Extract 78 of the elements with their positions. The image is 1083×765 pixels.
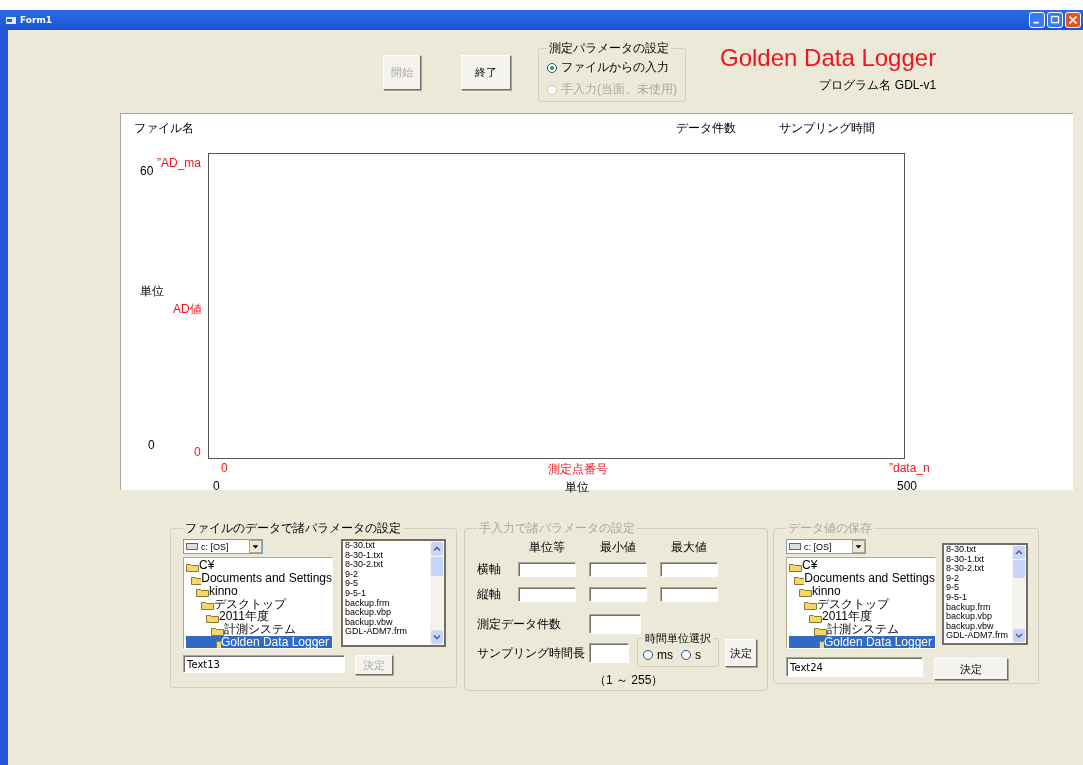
- folder-icon: [789, 561, 802, 572]
- input-field[interactable]: [589, 562, 647, 577]
- field-label: 測定データ件数: [477, 615, 562, 633]
- axis-value: 0: [194, 445, 201, 459]
- maximize-icon[interactable]: [1047, 12, 1063, 28]
- folder-icon: [809, 613, 822, 623]
- drive-icon: [186, 543, 198, 550]
- drive-icon: [789, 543, 801, 550]
- axis-value: 0: [148, 438, 155, 452]
- folder-icon: [201, 600, 214, 611]
- input-field[interactable]: [660, 587, 718, 602]
- row-label: 横軸: [477, 561, 502, 578]
- column-header: 単位等: [528, 539, 566, 553]
- column-header: 最小値: [599, 539, 637, 553]
- sampling-time-label: サンプリング時間: [779, 120, 875, 137]
- input-field[interactable]: [589, 614, 641, 634]
- column-header: 最大値: [670, 539, 708, 553]
- file-item[interactable]: 9-5: [345, 579, 430, 589]
- axis-unit: 単位: [140, 283, 164, 300]
- row-label: 縦軸: [477, 586, 502, 603]
- file-name-label: ファイル名: [134, 120, 195, 137]
- folder-item[interactable]: kinno: [209, 584, 238, 598]
- close-icon[interactable]: [1065, 12, 1081, 28]
- file-item[interactable]: backup.vbw: [345, 617, 430, 628]
- file-item[interactable]: GDL-ADM7.frm: [345, 627, 430, 637]
- data-count-label: データ件数: [676, 120, 737, 137]
- file-item[interactable]: 9-2: [345, 569, 430, 580]
- file-item[interactable]: 8-30-2.txt: [345, 560, 430, 570]
- axis-unit: 単位: [565, 479, 589, 496]
- axis-title: 測定点番号: [548, 461, 608, 478]
- folder-item[interactable]: 計測システム: [224, 623, 296, 636]
- scrollbar[interactable]: [430, 541, 444, 645]
- file-item[interactable]: 8-30.txt: [345, 541, 430, 551]
- axis-value: 500: [897, 479, 918, 493]
- input-field[interactable]: [589, 587, 647, 602]
- folder-icon: [206, 613, 219, 623]
- group-title: 時間単位選択: [644, 631, 712, 646]
- folder-item[interactable]: Golden Data Logger: [220, 636, 332, 648]
- radio-button[interactable]: [547, 62, 557, 73]
- group-title: 手入力で諸パラメータの設定: [478, 520, 636, 537]
- input-field[interactable]: [518, 587, 576, 602]
- scrollbar[interactable]: [1012, 545, 1026, 643]
- input-field[interactable]: [518, 562, 576, 577]
- folder-icon: [804, 600, 817, 611]
- folder-item[interactable]: Documents and Settings: [201, 572, 332, 585]
- radio-option[interactable]: ファイルからの入力: [547, 59, 677, 76]
- group-title: ファイルのデータで諸パラメータの設定: [184, 520, 402, 537]
- app-title: Golden Data Logger: [720, 44, 937, 72]
- window-title: Form1: [20, 15, 53, 25]
- range-hint: （1 ～ 255）: [594, 672, 665, 689]
- folder-item[interactable]: デスクトップ: [214, 597, 286, 611]
- folder-icon: [186, 561, 199, 572]
- folder-icon: [794, 574, 805, 585]
- folder-item[interactable]: C¥: [199, 559, 215, 572]
- drive-dropdown[interactable]: c: [OS]: [183, 539, 263, 554]
- toolbar-button[interactable]: 終了: [461, 55, 511, 90]
- file-item[interactable]: 8-30-1.txt: [345, 550, 430, 561]
- axis-value: 0: [221, 461, 228, 475]
- input-field[interactable]: [660, 562, 718, 577]
- folder-icon: [799, 587, 812, 598]
- axis-title: AD値: [173, 301, 202, 318]
- program-name: プログラム名 GDL-v1: [819, 77, 937, 94]
- file-item[interactable]: 9-5-1: [345, 588, 430, 599]
- axis-value: 60: [140, 164, 154, 178]
- minimize-icon[interactable]: [1029, 12, 1045, 28]
- file-item[interactable]: backup.frm: [345, 598, 430, 609]
- input-field[interactable]: [589, 643, 629, 663]
- field-label: サンプリング時間長: [477, 644, 586, 662]
- file-item[interactable]: backup.vbp: [345, 608, 430, 618]
- folder-item[interactable]: 2011年度: [219, 610, 269, 623]
- app-icon: [6, 15, 16, 25]
- text-field[interactable]: Text13: [183, 655, 345, 673]
- folder-icon: [196, 587, 209, 598]
- axis-value: ”data_n: [889, 461, 930, 475]
- group-title: 測定パラメータの設定: [548, 40, 670, 57]
- axis-value: ”AD_ma: [157, 156, 201, 170]
- folder-icon: [191, 574, 202, 585]
- axis-value: 0: [213, 479, 220, 493]
